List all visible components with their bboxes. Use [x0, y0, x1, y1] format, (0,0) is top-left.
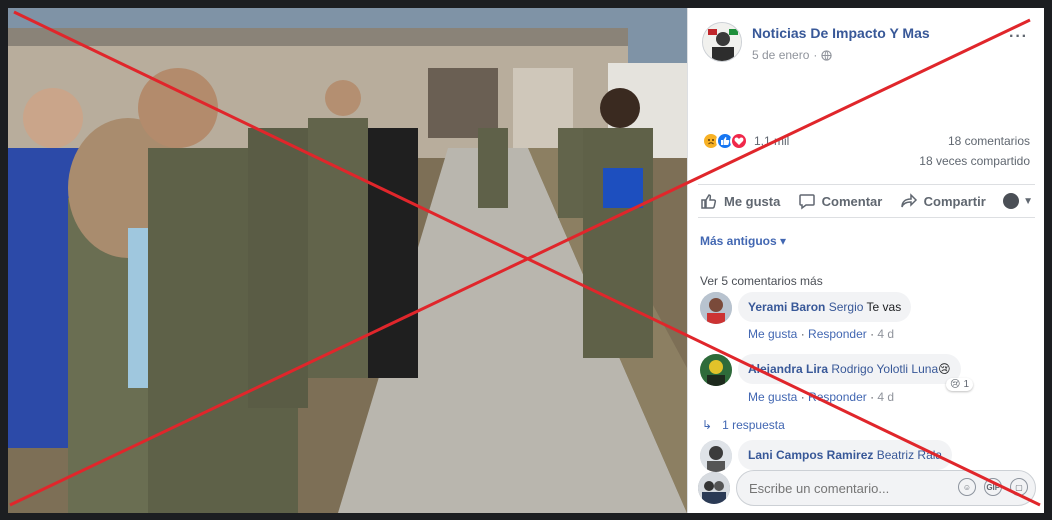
audience-selector[interactable]: ▼ — [1003, 193, 1033, 209]
comment-time[interactable]: 4 d — [877, 327, 894, 341]
comment-item: Lani Campos Ramirez Beatriz Rala — [700, 440, 1030, 472]
sticker-icon[interactable]: ▢ — [1010, 478, 1028, 496]
post-meta: 5 de enero · — [752, 48, 833, 62]
comment-bubble: Yerami Baron Sergio Te vas — [738, 292, 912, 322]
comment-bubble: Alejandra Lira Rodrigo Yolotli Luna😢 — [738, 354, 961, 384]
more-options-icon[interactable]: ··· — [1009, 28, 1028, 46]
comment-bubble: Lani Campos Ramirez Beatriz Rala — [738, 440, 953, 470]
comment-button[interactable]: Comentar — [798, 192, 883, 210]
photo-scene — [8, 8, 687, 513]
reactions-summary[interactable]: 1,1 mil — [702, 132, 789, 150]
share-icon — [900, 193, 917, 208]
comment-actions: Me gusta · Responder · 4 d — [748, 327, 895, 341]
reaction-count[interactable]: 1,1 mil — [754, 134, 789, 148]
share-button-label: Compartir — [923, 193, 986, 209]
shares-count[interactable]: 18 veces compartido — [919, 154, 1030, 168]
comment-button-label: Comentar — [821, 193, 883, 209]
commenter-avatar[interactable] — [700, 440, 732, 472]
comment-reply-link[interactable]: Responder — [808, 327, 867, 341]
comment-author[interactable]: Yerami Baron — [748, 300, 825, 314]
comment-icon — [798, 194, 815, 210]
page-avatar[interactable] — [702, 22, 742, 62]
thumbs-up-icon — [701, 194, 717, 209]
comment-reaction-count: 1 — [963, 379, 969, 390]
like-button-label: Me gusta — [724, 193, 781, 209]
meta-separator: · — [813, 48, 818, 62]
comment-sort-dropdown[interactable]: Más antiguos ▾ — [700, 234, 786, 248]
post-photo[interactable] — [8, 8, 687, 513]
composer-tools: ☺ GIF ▢ — [958, 478, 1028, 496]
love-icon — [730, 132, 748, 150]
page-name-link[interactable]: Noticias De Impacto Y Mas — [752, 25, 930, 41]
sad-icon: 😢 — [950, 379, 961, 390]
view-replies-link[interactable]: ↳ 1 respuesta — [702, 418, 785, 432]
emoji-icon[interactable]: ☺ — [958, 478, 976, 496]
post-date[interactable]: 5 de enero — [752, 48, 809, 62]
comment-item: Alejandra Lira Rodrigo Yolotli Luna😢 😢 1… — [700, 354, 1030, 404]
comments-count[interactable]: 18 comentarios — [948, 134, 1030, 148]
like-button[interactable]: Me gusta — [700, 192, 780, 210]
comment-author[interactable]: Alejandra Lira — [748, 362, 828, 376]
comment-time[interactable]: 4 d — [877, 390, 894, 404]
commenter-avatar[interactable] — [700, 354, 732, 386]
current-user-avatar[interactable] — [698, 472, 730, 504]
comment-mention[interactable]: Beatriz Rala — [877, 448, 942, 462]
caret-down-icon: ▼ — [1023, 195, 1033, 207]
comment-like-link[interactable]: Me gusta — [748, 390, 797, 404]
commenter-avatar[interactable] — [700, 292, 732, 324]
comment-reaction-badge[interactable]: 😢 1 — [946, 378, 973, 391]
comment-actions: Me gusta · Responder · 4 d — [748, 390, 895, 404]
globe-icon — [821, 49, 833, 61]
comment-item: Yerami Baron Sergio Te vas Me gusta · Re… — [700, 292, 1030, 342]
comment-composer: ☺ GIF ▢ — [698, 470, 1038, 506]
post-actions-bar: Me gusta Comentar Compartir ▼ — [698, 184, 1035, 218]
comment-text: Te vas — [866, 300, 902, 314]
user-avatar-icon — [1003, 193, 1020, 209]
comment-text: 😢 — [938, 362, 951, 376]
screenshot-frame: Noticias De Impacto Y Mas 5 de enero · ·… — [0, 0, 1052, 520]
share-button[interactable]: Compartir — [900, 192, 986, 210]
comment-mention[interactable]: Rodrigo Yolotli Luna — [831, 362, 938, 376]
post-header: Noticias De Impacto Y Mas 5 de enero · ·… — [702, 20, 1032, 68]
comment-author[interactable]: Lani Campos Ramirez — [748, 448, 873, 462]
comment-like-link[interactable]: Me gusta — [748, 327, 797, 341]
view-more-comments-link[interactable]: Ver 5 comentarios más — [700, 274, 823, 288]
post-side-panel: Noticias De Impacto Y Mas 5 de enero · ·… — [687, 8, 1044, 513]
replies-count: 1 respuesta — [722, 418, 785, 432]
comment-mention[interactable]: Sergio — [829, 300, 864, 314]
gif-icon[interactable]: GIF — [984, 478, 1002, 496]
reply-arrow-icon: ↳ — [702, 418, 713, 432]
comment-reply-link[interactable]: Responder — [808, 390, 867, 404]
